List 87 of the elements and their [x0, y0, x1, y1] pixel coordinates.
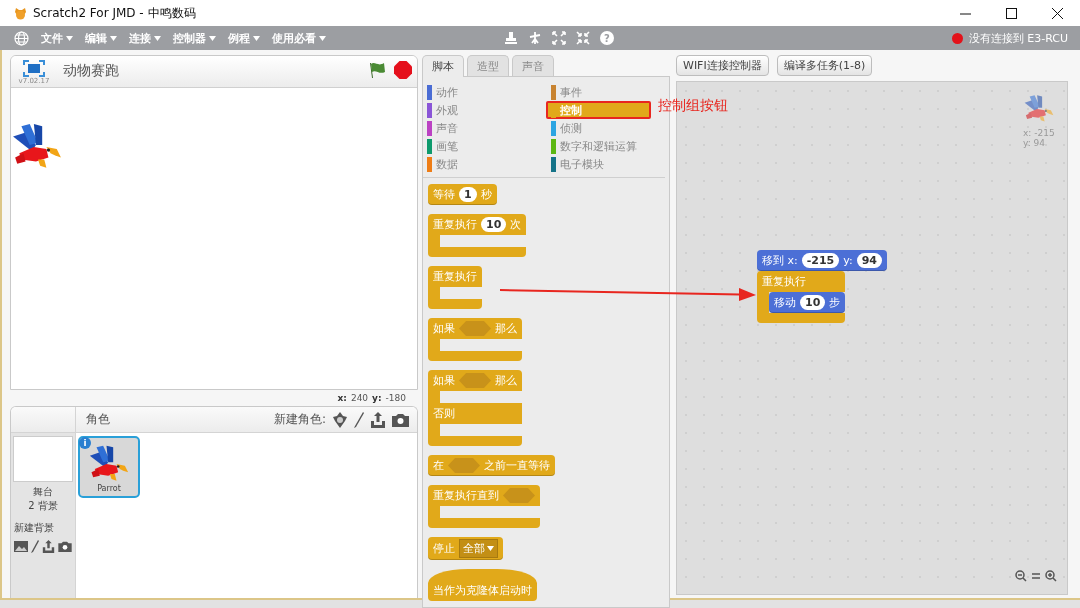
globe-icon[interactable]	[14, 30, 29, 46]
hat-block[interactable]: 当作为克隆体启动时	[428, 569, 537, 601]
stage-thumbnail[interactable]	[13, 436, 73, 482]
number-input[interactable]: 10	[800, 295, 826, 310]
sprite-thumbnail[interactable]: Parrot i	[78, 436, 140, 498]
reset-zoom-icon[interactable]	[1031, 570, 1041, 582]
stage-label: 舞台	[33, 485, 53, 499]
code-block[interactable]: 重复执行	[428, 266, 482, 309]
menu-item[interactable]: 使用必看	[272, 30, 326, 46]
grow-icon[interactable]	[552, 31, 566, 45]
code-block[interactable]: 停止 全部	[428, 537, 503, 560]
new-backdrop-label: 新建背景	[14, 521, 54, 535]
caret-icon	[110, 35, 117, 41]
close-icon	[1051, 7, 1063, 19]
coordinate-label: y:	[372, 393, 382, 403]
upload-icon[interactable]	[42, 540, 55, 553]
pane-title: 角色	[86, 411, 110, 428]
category-button[interactable]: 画笔	[427, 137, 539, 155]
caret-icon	[253, 35, 260, 41]
category-button[interactable]: 动作	[427, 83, 539, 101]
image-icon[interactable]	[14, 541, 28, 552]
paintbrush-icon[interactable]	[31, 540, 39, 553]
window-title: Scratch2 For JMD - 中鸣数码	[33, 4, 196, 22]
code-block[interactable]: 重复执行直到	[428, 485, 540, 528]
tab[interactable]: 声音	[512, 55, 554, 76]
zoom-out-icon[interactable]	[1015, 570, 1027, 582]
code-block[interactable]: 移动 10 步	[769, 292, 846, 313]
coordinate-label: x:	[337, 393, 347, 403]
tab[interactable]: 造型	[467, 55, 509, 76]
paintbrush-icon[interactable]	[354, 411, 364, 428]
maximize-icon	[1005, 7, 1017, 19]
coordinate-value: -180	[385, 393, 406, 403]
menu-item[interactable]: 例程	[228, 30, 260, 46]
category-button[interactable]: 控制	[546, 101, 651, 119]
stamp-icon[interactable]	[504, 31, 518, 45]
annotation-label: 控制组按钮	[658, 97, 728, 115]
flag-icon[interactable]	[368, 61, 386, 79]
caret-icon	[487, 546, 494, 551]
category-button[interactable]: 侦测	[551, 119, 663, 137]
sprite-library-icon[interactable]	[332, 411, 348, 428]
parrot-drawing	[1023, 94, 1055, 124]
code-block[interactable]: 等待 1 秒	[428, 184, 497, 205]
category-button[interactable]: 数字和逻辑运算	[551, 137, 663, 155]
caret-icon	[319, 35, 326, 41]
category-button[interactable]: 声音	[427, 119, 539, 137]
help-icon[interactable]: ?	[600, 31, 614, 45]
code-block[interactable]: 如果 那么	[428, 318, 522, 361]
category-button[interactable]: 电子模块	[551, 155, 663, 173]
app-icon	[14, 6, 27, 20]
code-block[interactable]: 在 之前一直等待	[428, 455, 555, 476]
caret-icon	[209, 35, 216, 41]
toolbar-button[interactable]: WIFI连接控制器	[676, 55, 769, 76]
sprite-y-position: y: 94	[1023, 138, 1046, 148]
menu-item[interactable]: 连接	[129, 30, 161, 46]
info-icon[interactable]: i	[79, 437, 91, 449]
sprite-x-position: x: -215	[1023, 128, 1055, 138]
tab[interactable]: 脚本	[422, 55, 464, 77]
zoom-in-icon[interactable]	[1045, 570, 1057, 582]
sprite-name: Parrot	[97, 484, 121, 493]
menu-item[interactable]: 控制器	[173, 30, 216, 46]
coordinate-value: 240	[350, 393, 369, 403]
stop-icon[interactable]	[394, 61, 412, 79]
dropdown-menu[interactable]: 全部	[459, 539, 498, 558]
number-input[interactable]: 94	[856, 253, 882, 268]
category-button[interactable]: 数据	[427, 155, 539, 173]
code-block[interactable]: 移到 x: -215 y: 94	[757, 250, 887, 271]
connection-status: 没有连接到 E3-RCU	[968, 30, 1068, 46]
fullscreen-icon[interactable]	[23, 60, 45, 77]
caret-icon	[66, 35, 73, 41]
code-block[interactable]: 重复执行 10 次	[428, 214, 527, 257]
backdrop-count: 2 背景	[28, 499, 58, 513]
shrink-icon[interactable]	[576, 31, 590, 45]
menu-item[interactable]: 文件	[41, 30, 73, 46]
code-block[interactable]: 如果 那么 否则	[428, 370, 522, 446]
toolbar-button[interactable]: 编译多任务(1-8)	[776, 55, 873, 76]
camera-icon[interactable]	[58, 541, 72, 552]
number-input[interactable]: -215	[801, 253, 840, 268]
project-title: 动物赛跑	[63, 62, 119, 80]
number-input[interactable]: 10	[481, 217, 507, 232]
new-sprite-label: 新建角色:	[273, 411, 326, 428]
caret-icon	[154, 35, 161, 41]
camera-icon[interactable]	[392, 412, 409, 427]
code-block[interactable]: 重复执行 移动 10 步	[757, 271, 846, 323]
category-button[interactable]: 外观	[427, 101, 539, 119]
menu-item[interactable]: 编辑	[85, 30, 117, 46]
upload-icon[interactable]	[370, 411, 386, 428]
number-input[interactable]: 1	[459, 187, 477, 202]
